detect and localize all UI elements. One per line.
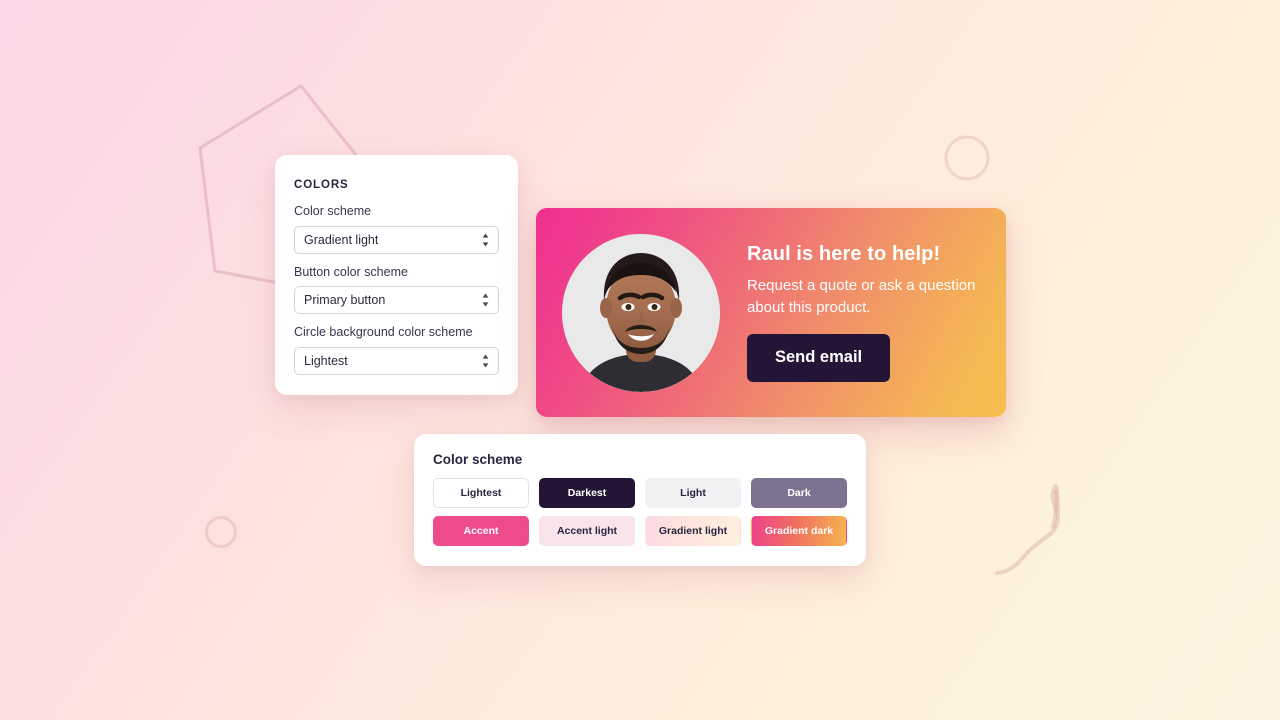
squiggle-line-tail (1051, 490, 1059, 529)
stepper-updown-icon (482, 233, 489, 247)
squiggle-line (995, 484, 1060, 575)
swatch-light[interactable]: Light (645, 478, 741, 508)
button-color-scheme-select[interactable]: Primary button (294, 286, 499, 315)
circle-background-color-scheme-select[interactable]: Lightest (294, 346, 499, 375)
swatch-accent[interactable]: Accent (433, 516, 529, 546)
swatch-dark[interactable]: Dark (751, 478, 847, 508)
swatch-lightest[interactable]: Lightest (433, 478, 529, 508)
color-scheme-palette-card: Color scheme Lightest Darkest Light Dark… (414, 434, 866, 566)
swatch-grid: Lightest Darkest Light Dark Accent Accen… (433, 478, 847, 546)
colors-settings-card: COLORS Color scheme Gradient light Butto… (275, 155, 518, 395)
field-label: Color scheme (294, 204, 372, 218)
field-color-scheme: Color scheme Gradient light (294, 204, 499, 254)
swatch-accent-light[interactable]: Accent light (539, 516, 635, 546)
select-value: Primary button (304, 293, 386, 308)
palette-title: Color scheme (433, 452, 523, 467)
promo-description: Request a quote or ask a question about … (747, 277, 976, 316)
circle-outline-top-right (944, 135, 990, 181)
stepper-updown-icon (482, 354, 489, 368)
field-label: Circle background color scheme (294, 325, 473, 340)
swatch-gradient-light[interactable]: Gradient light (645, 516, 741, 546)
swatch-darkest[interactable]: Darkest (539, 478, 635, 508)
avatar-photo (562, 233, 720, 392)
send-email-button[interactable]: Send email (747, 333, 891, 382)
promo-card: Raul is here to help! Request a quote or… (536, 208, 1006, 417)
stepper-updown-icon (482, 293, 489, 307)
color-scheme-select[interactable]: Gradient light (294, 225, 499, 254)
settings-section-title: COLORS (294, 179, 349, 191)
select-value: Gradient light (304, 232, 379, 247)
promo-body: Raul is here to help! Request a quote or… (747, 243, 1006, 382)
avatar (562, 233, 720, 392)
field-label: Button color scheme (294, 264, 408, 279)
swatch-gradient-dark[interactable]: Gradient dark (751, 516, 847, 546)
field-button-color-scheme: Button color scheme Primary button (294, 265, 499, 315)
circle-outline-bottom-left (205, 516, 237, 548)
select-value: Lightest (304, 353, 348, 368)
promo-title: Raul is here to help! (747, 243, 941, 266)
field-circle-background-color-scheme: Circle background color scheme Lightest (294, 325, 499, 375)
